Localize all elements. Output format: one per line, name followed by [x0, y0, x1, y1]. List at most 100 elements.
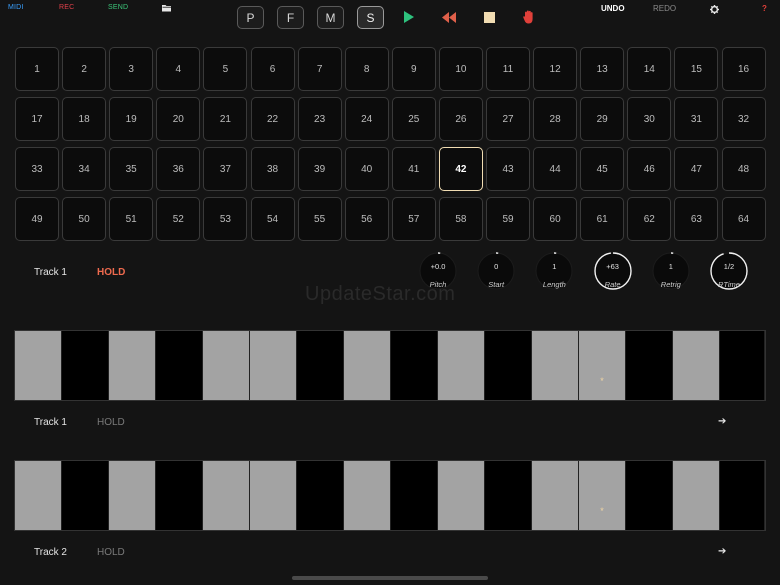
pad-4[interactable]: 4 [156, 47, 201, 91]
pad-6[interactable]: 6 [250, 47, 295, 91]
pad-44[interactable]: 44 [533, 147, 578, 191]
step-12[interactable] [532, 461, 579, 530]
knob-retrig[interactable]: 1 Retrig [651, 251, 691, 303]
rec-button[interactable]: REC [59, 4, 74, 11]
track-mode[interactable]: HOLD [97, 417, 125, 428]
step-2[interactable] [62, 461, 109, 530]
step-13[interactable]: * [579, 331, 626, 400]
stop-icon[interactable] [481, 9, 497, 25]
pad-50[interactable]: 50 [62, 197, 107, 241]
step-1[interactable] [15, 331, 62, 400]
pad-42[interactable]: 42 [438, 147, 483, 191]
pad-24[interactable]: 24 [344, 97, 389, 141]
pad-63[interactable]: 63 [674, 197, 719, 241]
pad-39[interactable]: 39 [297, 147, 342, 191]
pad-32[interactable]: 32 [721, 97, 766, 141]
pad-7[interactable]: 7 [297, 47, 342, 91]
pad-48[interactable]: 48 [721, 147, 766, 191]
pad-17[interactable]: 17 [15, 97, 59, 141]
pad-35[interactable]: 35 [109, 147, 154, 191]
pad-43[interactable]: 43 [486, 147, 530, 191]
step-9[interactable] [391, 461, 438, 530]
pad-34[interactable]: 34 [62, 147, 107, 191]
pad-9[interactable]: 9 [391, 47, 436, 91]
folder-icon[interactable] [160, 2, 174, 14]
step-15[interactable] [673, 461, 720, 530]
pad-27[interactable]: 27 [486, 97, 530, 141]
pad-18[interactable]: 18 [62, 97, 107, 141]
pad-13[interactable]: 13 [580, 47, 625, 91]
pad-23[interactable]: 23 [297, 97, 342, 141]
step-8[interactable] [344, 461, 391, 530]
pad-61[interactable]: 61 [580, 197, 625, 241]
mode-s-button[interactable]: S [357, 6, 384, 29]
pad-22[interactable]: 22 [250, 97, 295, 141]
mode-m-button[interactable]: M [317, 6, 344, 29]
step-3[interactable] [109, 461, 156, 530]
midi-button[interactable]: MIDI [8, 4, 24, 11]
step-6[interactable] [250, 461, 297, 530]
pad-47[interactable]: 47 [674, 147, 719, 191]
pad-57[interactable]: 57 [391, 197, 436, 241]
mode-p-button[interactable]: P [237, 6, 264, 29]
track-name[interactable]: Track 2 [34, 547, 67, 558]
step-10[interactable] [438, 461, 485, 530]
rewind-icon[interactable] [441, 9, 457, 25]
pad-29[interactable]: 29 [580, 97, 625, 141]
step-12[interactable] [532, 331, 579, 400]
pad-21[interactable]: 21 [203, 97, 248, 141]
step-8[interactable] [344, 331, 391, 400]
arrow-right-icon[interactable]: ➔ [718, 546, 726, 557]
pad-28[interactable]: 28 [533, 97, 578, 141]
step-5[interactable] [203, 331, 250, 400]
knob-rtime[interactable]: 1/2 RTime [709, 251, 749, 303]
pad-51[interactable]: 51 [109, 197, 154, 241]
step-10[interactable] [438, 331, 485, 400]
play-icon[interactable] [401, 9, 417, 25]
step-13[interactable]: * [579, 461, 626, 530]
pad-19[interactable]: 19 [109, 97, 154, 141]
pad-25[interactable]: 25 [391, 97, 436, 141]
pad-1[interactable]: 1 [15, 47, 59, 91]
pad-49[interactable]: 49 [15, 197, 59, 241]
pad-53[interactable]: 53 [203, 197, 248, 241]
pad-45[interactable]: 45 [580, 147, 625, 191]
knob-rate[interactable]: +63 Rate [593, 251, 633, 303]
undo-button[interactable]: UNDO [601, 4, 625, 13]
pad-16[interactable]: 16 [721, 47, 766, 91]
header-mode-label[interactable]: HOLD [97, 267, 125, 278]
pad-20[interactable]: 20 [156, 97, 201, 141]
pad-58[interactable]: 58 [438, 197, 483, 241]
pad-10[interactable]: 10 [438, 47, 483, 91]
pad-54[interactable]: 54 [250, 197, 295, 241]
step-1[interactable] [15, 461, 62, 530]
arrow-right-icon[interactable]: ➔ [718, 416, 726, 427]
help-button[interactable]: ? [762, 4, 767, 13]
pad-31[interactable]: 31 [674, 97, 719, 141]
pad-38[interactable]: 38 [250, 147, 295, 191]
step-6[interactable] [250, 331, 297, 400]
step-16[interactable] [720, 331, 765, 400]
pad-26[interactable]: 26 [438, 97, 483, 141]
step-15[interactable] [673, 331, 720, 400]
gear-icon[interactable] [706, 1, 722, 17]
send-button[interactable]: SEND [108, 4, 128, 11]
pad-41[interactable]: 41 [391, 147, 436, 191]
step-4[interactable] [156, 461, 203, 530]
pad-40[interactable]: 40 [344, 147, 389, 191]
step-16[interactable] [720, 461, 765, 530]
pad-55[interactable]: 55 [297, 197, 342, 241]
pad-36[interactable]: 36 [156, 147, 201, 191]
pad-12[interactable]: 12 [533, 47, 578, 91]
step-7[interactable] [297, 461, 344, 530]
step-7[interactable] [297, 331, 344, 400]
pad-46[interactable]: 46 [627, 147, 672, 191]
pad-2[interactable]: 2 [62, 47, 107, 91]
step-4[interactable] [156, 331, 203, 400]
step-5[interactable] [203, 461, 250, 530]
track-mode[interactable]: HOLD [97, 547, 125, 558]
pad-37[interactable]: 37 [203, 147, 248, 191]
step-11[interactable] [485, 461, 532, 530]
pad-15[interactable]: 15 [674, 47, 719, 91]
pad-3[interactable]: 3 [109, 47, 154, 91]
